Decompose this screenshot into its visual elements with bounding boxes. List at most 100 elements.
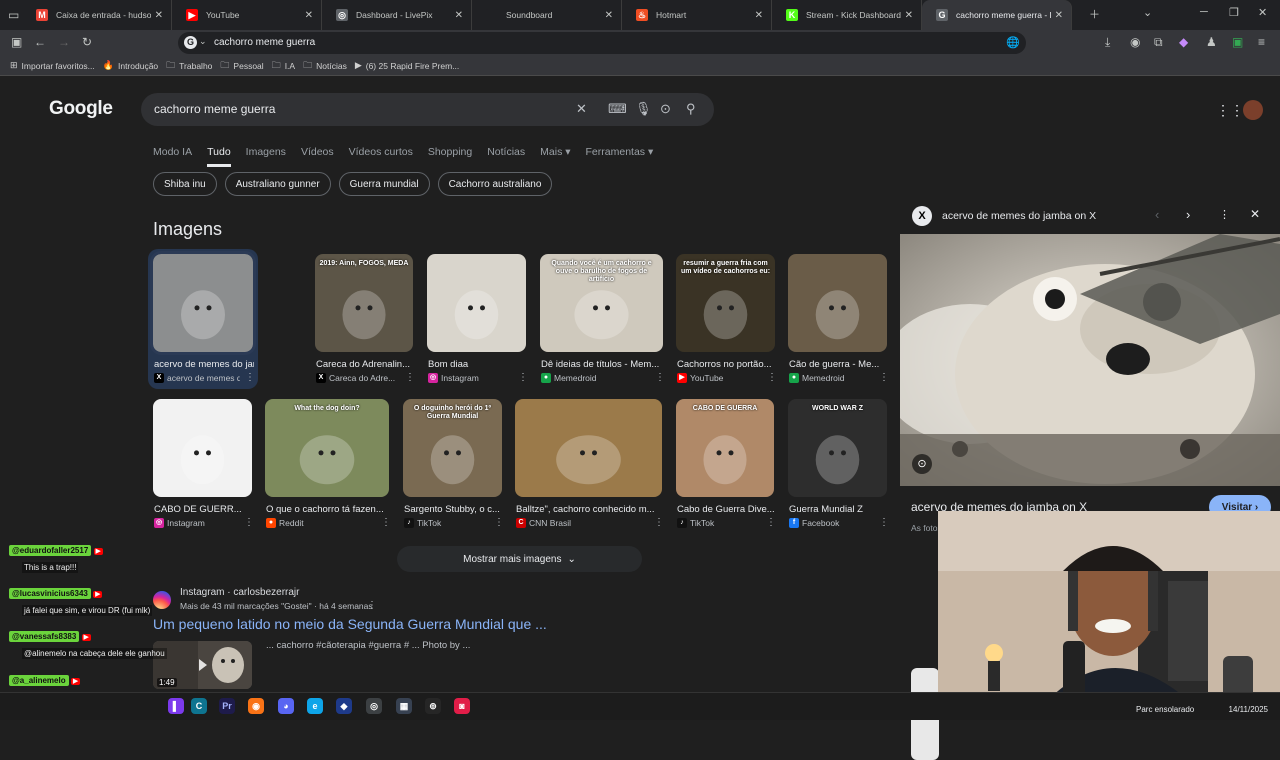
more-options-icon[interactable]: ⋮ <box>494 517 504 528</box>
image-caption[interactable]: Cachorros no portão... <box>677 359 776 370</box>
image-caption[interactable]: Cão de guerra - Me... <box>789 359 888 370</box>
app-icon[interactable]: ◙ <box>454 698 470 714</box>
address-text[interactable]: cachorro meme guerra <box>214 37 315 48</box>
browser-tab[interactable]: ◎ Dashboard - LivePix ✕ <box>322 0 472 30</box>
image-thumbnail[interactable]: CABO DE GUERRA <box>676 399 774 497</box>
extension-icon[interactable]: ▣ <box>1232 35 1243 49</box>
minimize-icon[interactable]: ─ <box>1200 6 1208 18</box>
reload-icon[interactable]: ↻ <box>82 35 92 49</box>
next-icon[interactable]: › <box>1186 207 1190 222</box>
image-caption[interactable]: CABO DE GUERR... <box>154 504 253 515</box>
image-thumbnail[interactable]: O doguinho herói do 1º Guerra Mundial <box>403 399 502 497</box>
filter-chip[interactable]: Shiba inu <box>153 172 217 196</box>
chevron-down-icon[interactable]: ⌄ <box>199 36 207 47</box>
image-caption[interactable]: Dê ideias de títulos - Mem... <box>541 359 664 370</box>
search-tab[interactable]: Ferramentas ▾ <box>586 146 654 167</box>
search-tab[interactable]: Notícias <box>487 146 525 167</box>
image-thumbnail[interactable] <box>788 254 887 352</box>
image-caption[interactable]: Bom diaa <box>428 359 527 370</box>
search-tab[interactable]: Shopping <box>428 146 472 167</box>
image-thumbnail[interactable] <box>153 399 252 497</box>
search-icon[interactable]: ⚲ <box>686 101 696 117</box>
image-thumbnail[interactable]: Quando você é um cachorro e ouve o barul… <box>540 254 663 352</box>
chevron-down-icon[interactable]: ⌄ <box>1143 6 1152 19</box>
image-source[interactable]: f Facebook <box>789 518 874 528</box>
preview-image[interactable]: ⊙ <box>900 234 1280 486</box>
image-caption[interactable]: Careca do Adrenalin... <box>316 359 414 370</box>
search-input[interactable]: cachorro meme guerra <box>154 102 275 116</box>
address-bar[interactable]: G ⌄ cachorro meme guerra 🌐 <box>178 32 1026 54</box>
date-text[interactable]: 14/11/2025 <box>1229 705 1268 714</box>
browser-tab[interactable]: ▶ YouTube ✕ <box>172 0 322 30</box>
bookmark-item[interactable]: 🗀 Notícias <box>303 58 347 74</box>
more-options-icon[interactable]: ⋮ <box>244 517 254 528</box>
app-icon[interactable]: ▦ <box>396 698 412 714</box>
firefox-icon[interactable]: ◉ <box>248 698 264 714</box>
translate-icon[interactable]: 🌐 <box>1006 36 1020 49</box>
image-source[interactable]: ◎ Instagram <box>154 518 239 528</box>
tab-search-icon[interactable]: ▭ <box>8 8 19 22</box>
lens-icon[interactable]: ⊙ <box>660 101 671 117</box>
image-source[interactable]: ● Memedroid <box>789 373 874 383</box>
close-window-icon[interactable]: ✕ <box>1258 6 1267 19</box>
image-caption[interactable]: O que o cachorro tá fazen... <box>266 504 390 515</box>
forward-icon[interactable]: → <box>58 35 70 49</box>
image-source[interactable]: C CNN Brasil <box>516 518 649 528</box>
result-thumbnail[interactable]: 1:49 <box>153 641 252 689</box>
sidebar-icon[interactable]: ▣ <box>11 35 22 49</box>
filter-chip[interactable]: Cachorro australiano <box>437 172 553 196</box>
close-tab-icon[interactable]: ✕ <box>455 10 463 21</box>
image-source[interactable]: ♪ TikTok <box>677 518 761 528</box>
image-source[interactable]: X Careca do Adre... <box>316 373 400 383</box>
browser-tab[interactable]: M Caixa de entrada - hudsonfabio ✕ <box>22 0 172 30</box>
microphone-icon[interactable]: 🎙 <box>635 101 652 117</box>
image-source[interactable]: Xacervo de memes do jamba o... <box>154 373 240 383</box>
show-more-images-button[interactable]: Mostrar mais imagens ⌄ <box>397 546 642 572</box>
more-options-icon[interactable]: ⋮ <box>655 372 665 383</box>
extension-icon[interactable]: ◉ <box>1130 35 1140 49</box>
panel-title[interactable]: acervo de memes do jamba on X <box>942 210 1096 222</box>
bookmark-item[interactable]: ▶ (6) 25 Rapid Fire Prem... <box>355 60 459 71</box>
more-options-icon[interactable]: ⋮ <box>367 600 377 611</box>
app-icon[interactable]: ◆ <box>336 698 352 714</box>
close-icon[interactable]: ✕ <box>1250 207 1260 221</box>
bookmark-item[interactable]: 🗀 Trabalho <box>166 58 212 74</box>
restore-icon[interactable]: ❐ <box>1229 6 1239 19</box>
google-logo[interactable]: Google <box>49 98 113 120</box>
image-thumbnail[interactable] <box>515 399 662 497</box>
search-tab[interactable]: Tudo <box>207 146 231 167</box>
more-options-icon[interactable]: ⋮ <box>879 517 889 528</box>
more-options-icon[interactable]: ⋮ <box>245 372 255 383</box>
search-box[interactable]: cachorro meme guerra ✕ ⌨ 🎙 ⊙ ⚲ <box>141 93 714 126</box>
clear-icon[interactable]: ✕ <box>576 101 587 117</box>
premiere-icon[interactable]: Pr <box>219 698 235 714</box>
image-caption[interactable]: Cabo de Guerra Dive... <box>677 504 775 515</box>
keyboard-icon[interactable]: ⌨ <box>608 101 627 117</box>
more-options-icon[interactable]: ⋮ <box>1219 208 1230 221</box>
image-source[interactable]: ♪ TikTok <box>404 518 489 528</box>
image-thumbnail[interactable] <box>150 251 256 355</box>
app-icon[interactable]: ▌ <box>168 698 184 714</box>
search-tab[interactable]: Mais ▾ <box>540 146 570 167</box>
more-options-icon[interactable]: ⋮ <box>879 372 889 383</box>
browser-tab[interactable]: Soundboard ✕ <box>472 0 622 30</box>
back-icon[interactable]: ← <box>34 35 46 49</box>
obs-icon[interactable]: ⊚ <box>425 698 441 714</box>
filter-chip[interactable]: Australiano gunner <box>224 172 331 196</box>
bookmark-item[interactable]: 🔥 Introdução <box>103 60 158 71</box>
image-source[interactable]: ◎ Instagram <box>428 373 513 383</box>
discord-icon[interactable]: ◕ <box>278 698 294 714</box>
lens-icon[interactable]: ⊙ <box>912 454 932 474</box>
filter-chip[interactable]: Guerra mundial <box>338 172 430 196</box>
edge-icon[interactable]: e <box>307 698 323 714</box>
avatar[interactable] <box>1243 100 1263 120</box>
more-options-icon[interactable]: ⋮ <box>381 517 391 528</box>
bookmark-item[interactable]: 🗀 I.A <box>272 58 295 74</box>
browser-tab[interactable]: ♨ Hotmart ✕ <box>622 0 772 30</box>
image-source[interactable]: ● Memedroid <box>541 373 650 383</box>
image-thumbnail[interactable]: What the dog doin? <box>265 399 389 497</box>
browser-tab[interactable]: G cachorro meme guerra - Pesquisa ✕ <box>922 0 1072 30</box>
download-icon[interactable]: ⤓ <box>1105 35 1110 50</box>
close-tab-icon[interactable]: ✕ <box>905 10 913 21</box>
menu-icon[interactable]: ≡ <box>1258 35 1265 49</box>
